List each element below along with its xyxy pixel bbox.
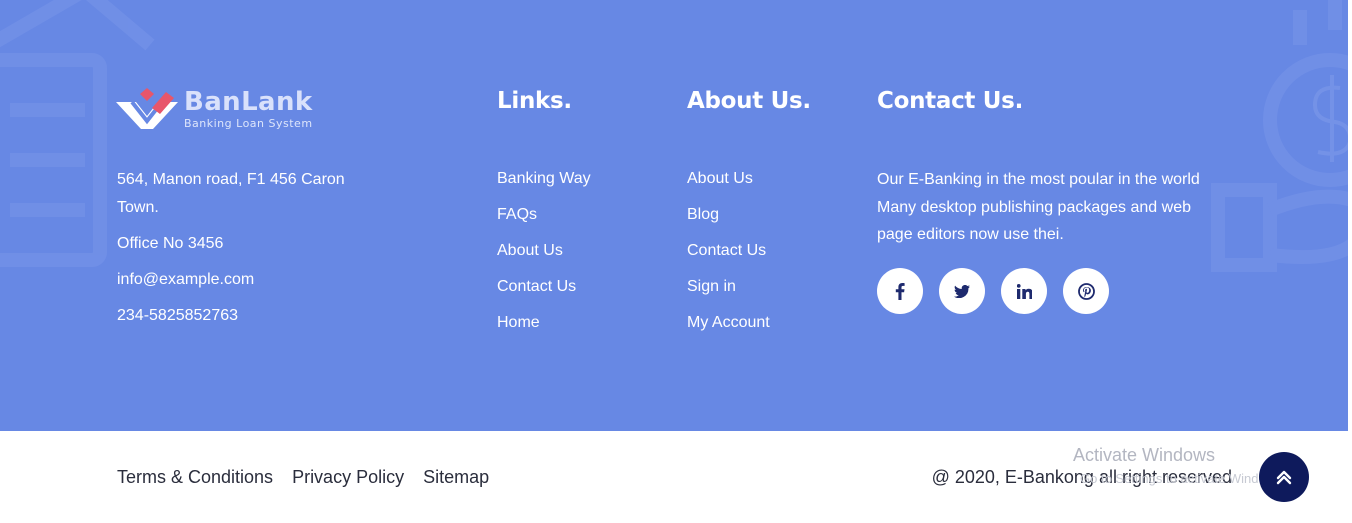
contact-description: Our E-Banking in the most poular in the … [877, 171, 1200, 243]
links-item: Banking Way [497, 165, 591, 201]
footer-main: BanLank Banking Loan System 564, Manon r… [0, 0, 1352, 431]
about-item: Contact Us [687, 237, 770, 273]
facebook-button[interactable] [877, 268, 923, 314]
page-edge [1348, 0, 1352, 523]
activate-windows-subtext: Go to Settings to activate Windows. [1080, 471, 1286, 486]
links-heading: Links. [497, 88, 572, 114]
twitter-button[interactable] [939, 268, 985, 314]
banlank-logo-icon [116, 88, 178, 129]
about-item: My Account [687, 309, 770, 345]
address-phone[interactable]: 234-5825852763 [117, 302, 377, 330]
about-list: About Us Blog Contact Us Sign in My Acco… [687, 165, 770, 345]
about-heading: About Us. [687, 88, 811, 114]
links-list: Banking Way FAQs About Us Contact Us Hom… [497, 165, 591, 345]
privacy-policy-link[interactable]: Privacy Policy [292, 467, 404, 488]
pinterest-button[interactable] [1063, 268, 1109, 314]
brand-name: BanLank [184, 87, 313, 117]
link-home[interactable]: Home [497, 314, 540, 331]
terms-link[interactable]: Terms & Conditions [117, 467, 273, 488]
link-contact-us[interactable]: Contact Us [497, 278, 576, 295]
linkedin-button[interactable] [1001, 268, 1047, 314]
about-link-my-account[interactable]: My Account [687, 314, 770, 331]
contact-heading: Contact Us. [877, 88, 1024, 114]
link-banking-way[interactable]: Banking Way [497, 170, 591, 187]
about-link-about-us[interactable]: About Us [687, 170, 753, 187]
legal-links: Terms & Conditions Privacy Policy Sitema… [117, 467, 489, 488]
address-office: Office No 3456 [117, 235, 224, 252]
address-email[interactable]: info@example.com [117, 266, 377, 294]
link-about-us[interactable]: About Us [497, 242, 563, 259]
address-block: 564, Manon road, F1 456 Caron Town. Offi… [117, 166, 377, 330]
about-item: Blog [687, 201, 770, 237]
links-item: About Us [497, 237, 591, 273]
links-item: Home [497, 309, 591, 345]
pinterest-icon [1077, 282, 1095, 300]
about-link-contact-us[interactable]: Contact Us [687, 242, 766, 259]
brand-logo[interactable]: BanLank Banking Loan System [116, 88, 313, 132]
double-chevron-up-icon [1276, 470, 1292, 485]
about-item: About Us [687, 165, 770, 201]
about-item: Sign in [687, 273, 770, 309]
links-item: FAQs [497, 201, 591, 237]
about-link-sign-in[interactable]: Sign in [687, 278, 736, 295]
scroll-to-top-button[interactable] [1259, 452, 1309, 502]
footer-bottom-bar: Terms & Conditions Privacy Policy Sitema… [0, 431, 1352, 523]
about-link-blog[interactable]: Blog [687, 206, 719, 223]
activate-windows-watermark: Activate Windows [1073, 445, 1216, 465]
linkedin-icon [1016, 283, 1032, 299]
sitemap-link[interactable]: Sitemap [423, 467, 489, 488]
link-faqs[interactable]: FAQs [497, 206, 537, 223]
links-item: Contact Us [497, 273, 591, 309]
facebook-icon [895, 282, 905, 300]
brand-tagline: Banking Loan System [184, 117, 313, 130]
twitter-icon [954, 284, 970, 298]
address-street: 564, Manon road, F1 456 Caron Town. [117, 171, 345, 216]
social-links [877, 268, 1109, 314]
